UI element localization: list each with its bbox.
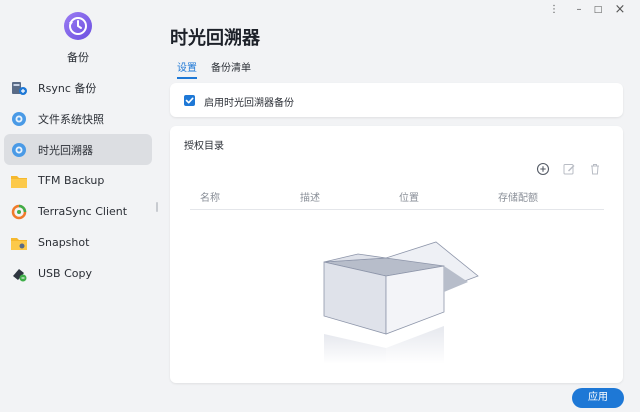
- sidebar-item-label: 时光回溯器: [38, 143, 93, 157]
- column-header-name[interactable]: 名称: [200, 189, 220, 204]
- sidebar-item-label: TFM Backup: [38, 174, 105, 187]
- sidebar-scrollbar[interactable]: [156, 202, 158, 212]
- auth-directory-card: 授权目录 名称 描述 位置 存储配额: [170, 126, 623, 383]
- close-button[interactable]: ×: [614, 3, 626, 16]
- snapshot-gear-icon: [10, 110, 28, 128]
- tab-settings[interactable]: 设置: [177, 59, 197, 79]
- column-header-description[interactable]: 描述: [300, 189, 320, 204]
- sidebar-item-label: Rsync 备份: [38, 81, 97, 95]
- time-machine-gear-icon: [10, 141, 28, 159]
- apply-button[interactable]: 应用: [572, 388, 624, 408]
- enable-checkbox[interactable]: [184, 95, 195, 106]
- sidebar-item-terrasync[interactable]: TerraSync Client: [4, 196, 152, 227]
- sidebar-item-label: TerraSync Client: [38, 205, 128, 218]
- sidebar: 备份 Rsync 备份 文件系统快照 时光回溯器 TFM Backup Terr…: [0, 0, 160, 412]
- terrasync-icon: [10, 203, 28, 221]
- page-title: 时光回溯器: [170, 28, 260, 49]
- sidebar-item-label: 文件系统快照: [38, 112, 104, 126]
- sidebar-item-snapshot[interactable]: Snapshot: [4, 227, 152, 258]
- sidebar-item-label: Snapshot: [38, 236, 90, 249]
- section-title: 授权目录: [184, 141, 224, 152]
- enable-card: 启用时光回溯器备份: [170, 83, 623, 117]
- sidebar-item-fs-snapshot[interactable]: 文件系统快照: [4, 103, 152, 134]
- usb-icon: [10, 265, 28, 283]
- sidebar-item-tfm-backup[interactable]: TFM Backup: [4, 165, 152, 196]
- sidebar-item-rsync[interactable]: Rsync 备份: [4, 72, 152, 103]
- empty-box-illustration: [320, 236, 480, 367]
- sidebar-item-usb-copy[interactable]: USB Copy: [4, 258, 152, 289]
- table-header: 名称 描述 位置 存储配额: [190, 183, 604, 210]
- rsync-icon: [10, 79, 28, 97]
- sidebar-item-time-machine[interactable]: 时光回溯器: [4, 134, 152, 165]
- sidebar-nav: Rsync 备份 文件系统快照 时光回溯器 TFM Backup TerraSy…: [4, 72, 152, 289]
- column-header-quota[interactable]: 存储配额: [498, 189, 538, 204]
- clock-back-icon: [64, 12, 92, 40]
- minimize-button[interactable]: –: [573, 4, 585, 16]
- column-header-location[interactable]: 位置: [399, 189, 419, 204]
- tab-backup-list[interactable]: 备份清单: [211, 59, 251, 79]
- tab-bar: 设置 备份清单: [177, 59, 265, 79]
- delete-icon[interactable]: [588, 162, 602, 176]
- add-icon[interactable]: [536, 162, 550, 176]
- folder-icon: [10, 172, 28, 190]
- more-icon[interactable]: ⋮: [548, 4, 560, 16]
- sidebar-item-label: USB Copy: [38, 267, 92, 280]
- edit-icon[interactable]: [562, 162, 576, 176]
- snapshot-folder-icon: [10, 234, 28, 252]
- app-name: 备份: [67, 51, 89, 64]
- maximize-button[interactable]: □: [592, 4, 604, 16]
- app-window: ⋮ – □ × 备份 Rsync 备份 文件系统快照 时光回溯器 TFM Bac…: [0, 0, 640, 412]
- enable-checkbox-label[interactable]: 启用时光回溯器备份: [204, 94, 294, 109]
